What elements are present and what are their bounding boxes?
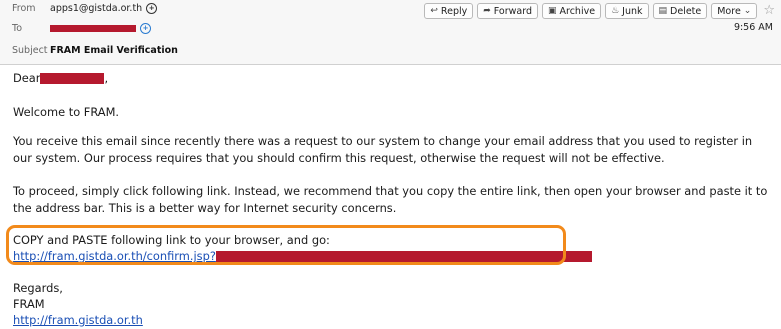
star-icon[interactable]: ☆ — [763, 3, 775, 19]
signature-text: FRAM — [13, 297, 45, 311]
message-time: 9:56 AM — [733, 22, 773, 33]
forward-label: Forward — [493, 5, 532, 17]
delete-label: Delete — [670, 5, 702, 17]
more-label: More — [717, 5, 741, 17]
receive-paragraph: You receive this email since recently th… — [13, 134, 753, 165]
subject-label: Subject — [12, 45, 48, 56]
greeting-line: Dear, — [13, 70, 108, 87]
trash-icon: ▤ — [658, 6, 668, 16]
forward-button[interactable]: ➦ Forward — [477, 3, 538, 19]
archive-label: Archive — [559, 5, 596, 17]
message-toolbar: ↩ Reply ➦ Forward ▣ Archive ♨ Junk ▤ Del… — [424, 2, 775, 20]
more-button[interactable]: More ⌄ — [711, 3, 758, 19]
redacted-recipient — [50, 25, 136, 32]
greeting-suffix: , — [104, 71, 109, 85]
to-label: To — [12, 23, 23, 34]
regards-text: Regards, — [13, 281, 63, 295]
site-link[interactable]: http://fram.gistda.or.th — [13, 312, 143, 329]
from-address-text[interactable]: apps1@gistda.or.th — [50, 3, 142, 14]
reply-button[interactable]: ↩ Reply — [424, 3, 474, 19]
junk-button[interactable]: ♨ Junk — [605, 3, 649, 19]
contact-icon[interactable]: + — [146, 3, 158, 14]
from-address[interactable]: apps1@gistda.or.th + — [50, 3, 158, 14]
archive-button[interactable]: ▣ Archive — [542, 3, 602, 19]
from-label: From — [12, 3, 36, 14]
subject-value: FRAM Email Verification — [50, 45, 178, 56]
message-header: From apps1@gistda.or.th + ↩ Reply ➦ Forwa… — [0, 0, 781, 65]
proceed-paragraph: To proceed, simply click following link.… — [13, 184, 768, 215]
to-address[interactable]: + — [50, 23, 151, 34]
reply-icon: ↩ — [430, 6, 438, 16]
highlight-box — [6, 225, 566, 265]
junk-label: Junk — [622, 5, 643, 17]
greeting-text: Dear — [13, 71, 41, 85]
subject-row: Subject FRAM Email Verification — [0, 42, 781, 60]
to-row: To + — [0, 20, 781, 38]
contact-icon[interactable]: + — [140, 23, 151, 34]
welcome-text: Welcome to FRAM. — [13, 105, 120, 119]
reply-label: Reply — [440, 5, 468, 17]
archive-icon: ▣ — [548, 6, 557, 16]
delete-button[interactable]: ▤ Delete — [652, 3, 708, 19]
forward-icon: ➦ — [483, 6, 491, 16]
junk-icon: ♨ — [611, 6, 620, 16]
chevron-down-icon: ⌄ — [743, 6, 752, 16]
redacted-name — [40, 73, 105, 84]
